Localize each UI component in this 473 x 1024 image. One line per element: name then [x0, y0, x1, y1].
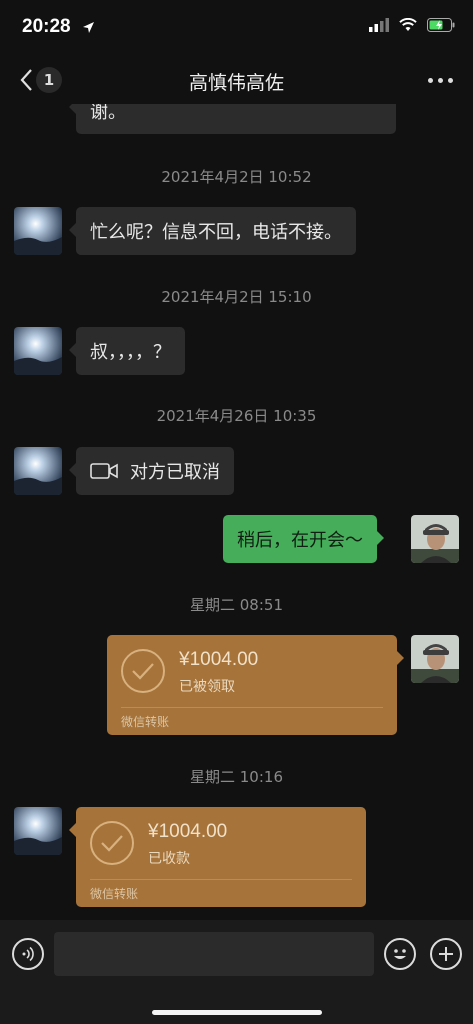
self-avatar[interactable] — [411, 515, 459, 563]
message-text: 叔，，，，？ — [90, 342, 171, 363]
home-indicator — [152, 1010, 322, 1015]
battery-charging-icon — [427, 18, 455, 32]
message-text: 谢。 — [90, 104, 126, 123]
message-input[interactable] — [54, 932, 374, 976]
location-arrow-icon — [83, 22, 94, 33]
message-timestamp: 2021年4月26日 10:35 — [156, 407, 317, 425]
video-camera-icon — [90, 463, 118, 479]
message-timestamp: 2021年4月2日 15:10 — [161, 288, 312, 306]
chat-messages[interactable]: 谢。 2021年4月2日 10:52 忙么呢？信息不回，电话不接。 2021年4… — [0, 104, 473, 920]
cellular-signal-icon — [369, 18, 389, 32]
self-avatar[interactable] — [411, 635, 459, 683]
wifi-icon — [399, 18, 417, 31]
check-circle-icon — [121, 649, 165, 693]
transfer-status: 已被领取 — [179, 679, 235, 695]
status-bar: 20:28 — [0, 0, 473, 56]
transfer-label: 微信转账 — [90, 887, 139, 901]
message-text: 忙么呢？信息不回，电话不接。 — [90, 222, 342, 243]
contact-avatar-image — [14, 327, 62, 375]
transfer-divider — [121, 707, 383, 708]
status-time: 20:28 — [22, 16, 71, 37]
video-call-bubble[interactable]: 对方已取消 — [69, 447, 234, 495]
contact-avatar-image — [14, 207, 62, 255]
more-options-icon[interactable] — [428, 78, 453, 83]
call-status-text: 对方已取消 — [130, 462, 220, 483]
add-more-icon[interactable] — [430, 938, 462, 970]
self-avatar-image — [411, 635, 459, 683]
contact-avatar[interactable] — [14, 327, 62, 375]
transfer-card-sent[interactable]: ¥1004.00 已被领取 微信转账 — [107, 635, 404, 735]
contact-avatar-image — [14, 447, 62, 495]
message-timestamp: 2021年4月2日 10:52 — [161, 168, 312, 186]
contact-avatar-image — [14, 807, 62, 855]
transfer-status: 已收款 — [148, 851, 190, 867]
contact-avatar[interactable] — [14, 447, 62, 495]
chat-title: 高慎伟高佐 — [188, 72, 284, 94]
transfer-label: 微信转账 — [121, 715, 170, 729]
message-timestamp: 星期二 08:51 — [190, 596, 283, 614]
message-bubble[interactable]: 叔，，，，？ — [69, 327, 185, 375]
message-bubble-partial[interactable]: 谢。 — [69, 104, 396, 134]
transfer-amount: ¥1004.00 — [148, 821, 228, 842]
message-text: 稍后，在开会～ — [237, 530, 363, 551]
contact-avatar[interactable] — [14, 207, 62, 255]
message-bubble[interactable]: 忙么呢？信息不回，电话不接。 — [69, 207, 356, 255]
emoji-icon[interactable] — [384, 938, 416, 970]
chat-header: 1 高慎伟高佐 — [0, 56, 473, 104]
sent-message-bubble[interactable]: 稍后，在开会～ — [223, 515, 384, 563]
transfer-divider — [90, 879, 352, 880]
message-timestamp: 星期二 10:16 — [190, 768, 283, 786]
contact-avatar[interactable] — [14, 807, 62, 855]
voice-input-icon[interactable] — [12, 938, 44, 970]
transfer-amount: ¥1004.00 — [179, 649, 259, 670]
self-avatar-image — [411, 515, 459, 563]
transfer-card-received[interactable]: ¥1004.00 已收款 微信转账 — [69, 807, 366, 907]
message-input-bar — [0, 920, 473, 1024]
check-circle-icon — [90, 821, 134, 865]
